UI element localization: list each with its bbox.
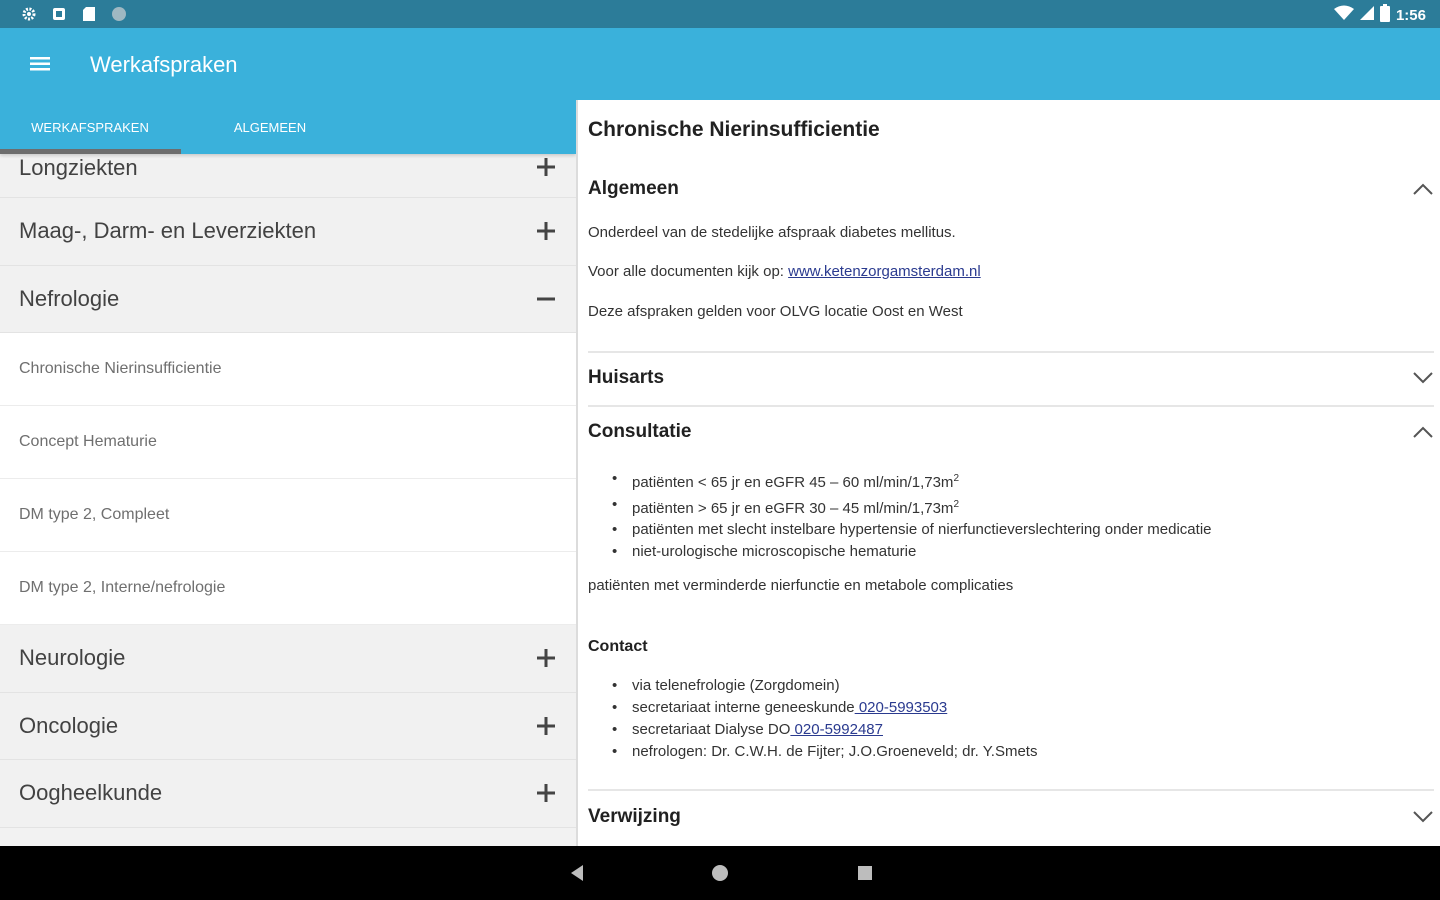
section-header-algemeen[interactable]: Algemeen	[588, 169, 1434, 209]
list-item: patiënten < 65 jr en eGFR 45 – 60 ml/min…	[612, 468, 1212, 494]
tab-label: ALGEMEEN	[233, 119, 307, 135]
tab-algemeen[interactable]: ALGEMEEN	[180, 100, 360, 154]
chevron-down-icon[interactable]	[1412, 810, 1434, 824]
tab-indicator	[0, 149, 181, 154]
contact-list: via telenefrologie (Zorgdomein) secretar…	[612, 675, 1037, 763]
status-right: 1:56	[1333, 4, 1426, 26]
category-label: Oogheelkunde	[19, 780, 163, 806]
consultatie-note: patiënten met verminderde nierfunctie en…	[588, 577, 1014, 594]
chevron-up-icon[interactable]	[1412, 425, 1434, 439]
section-header-verwijzing[interactable]: Verwijzing	[588, 797, 1434, 837]
minus-icon[interactable]	[536, 289, 556, 309]
back-icon[interactable]	[564, 860, 590, 886]
category-label: Neurologie	[19, 645, 126, 671]
tab-bar: WERKAFSPRAKEN ALGEMEEN	[0, 100, 576, 154]
algemeen-text-3: Deze afspraken gelden voor OLVG locatie …	[588, 303, 963, 320]
app-bar: Werkafspraken	[0, 28, 1440, 100]
detail-title: Chronische Nierinsufficientie	[588, 118, 880, 141]
algemeen-text-2: Voor alle documenten kijk op: www.ketenz…	[588, 263, 981, 280]
settings-icon	[20, 5, 38, 23]
list-item: via telenefrologie (Zorgdomein)	[612, 675, 1037, 697]
status-left-icons	[20, 5, 128, 23]
plus-icon[interactable]	[536, 716, 556, 736]
wifi-icon	[1333, 5, 1354, 25]
category-label: Oncologie	[19, 712, 119, 738]
category-pane: WERKAFSPRAKEN ALGEMEEN Longziekten Maag-…	[0, 100, 576, 846]
chevron-down-icon[interactable]	[1412, 371, 1434, 385]
category-oogheelkunde[interactable]: Oogheelkunde	[0, 760, 576, 828]
divider	[588, 405, 1434, 407]
category-oncologie[interactable]: Oncologie	[0, 692, 576, 760]
battery-icon	[1379, 4, 1390, 26]
section-header-consultatie[interactable]: Consultatie	[588, 412, 1434, 452]
algemeen-text-1: Onderdeel van de stedelijke afspraak dia…	[588, 224, 956, 241]
sd-card-icon	[80, 5, 98, 23]
section-title: Consultatie	[588, 421, 692, 442]
hamburger-menu-icon[interactable]	[24, 50, 58, 78]
list-item-label: Chronische Nierinsufficientie	[19, 360, 222, 377]
contact-heading: Contact	[588, 638, 648, 655]
list-item: patiënten > 65 jr en eGFR 30 – 45 ml/min…	[612, 494, 1212, 520]
divider	[588, 351, 1434, 353]
list-item-label: Concept Hematurie	[19, 433, 157, 450]
category-neurologie[interactable]: Neurologie	[0, 625, 576, 693]
circle-icon	[110, 5, 128, 23]
status-bar: 1:56	[0, 0, 1440, 28]
signal-icon	[1359, 5, 1374, 25]
list-item: nefrologen: Dr. C.W.H. de Fijter; J.O.Gr…	[612, 741, 1037, 763]
category-longziekten[interactable]: Longziekten	[0, 154, 576, 198]
list-item-chronische-nierinsufficientie[interactable]: Chronische Nierinsufficientie	[0, 333, 576, 406]
detail-pane[interactable]: Chronische Nierinsufficientie Algemeen O…	[576, 100, 1440, 846]
section-title: Algemeen	[588, 178, 679, 199]
system-nav-bar	[0, 846, 1440, 900]
notification-icon	[50, 5, 68, 23]
list-item: secretariaat Dialyse DO 020-5992487	[612, 719, 1037, 741]
phone-link[interactable]: 020-5993503	[855, 699, 947, 716]
phone-link[interactable]: 020-5992487	[790, 721, 883, 738]
list-item: secretariaat interne geneeskunde 020-599…	[612, 697, 1037, 719]
tab-label: WERKAFSPRAKEN	[31, 119, 149, 135]
recents-icon[interactable]	[852, 860, 878, 886]
plus-icon[interactable]	[536, 648, 556, 668]
clock: 1:56	[1395, 6, 1426, 24]
category-nefrologie[interactable]: Nefrologie	[0, 265, 576, 333]
list-item: patiënten met slecht instelbare hyperten…	[612, 519, 1212, 541]
list-item-label: DM type 2, Compleet	[19, 506, 170, 523]
plus-icon[interactable]	[536, 783, 556, 803]
ketenzorg-link[interactable]: www.ketenzorgamsterdam.nl	[788, 263, 981, 280]
consultatie-criteria-list: patiënten < 65 jr en eGFR 45 – 60 ml/min…	[612, 468, 1212, 562]
list-item: niet-urologische microscopische hematuri…	[612, 541, 1212, 563]
category-label: Longziekten	[19, 155, 138, 180]
home-icon[interactable]	[707, 860, 733, 886]
chevron-up-icon[interactable]	[1412, 182, 1434, 196]
category-label: Nefrologie	[19, 285, 120, 311]
category-maag-darm-leverziekten[interactable]: Maag-, Darm- en Leverziekten	[0, 198, 576, 266]
section-title: Verwijzing	[588, 806, 681, 827]
divider	[588, 789, 1434, 791]
plus-icon[interactable]	[536, 221, 556, 241]
app-title: Werkafspraken	[90, 52, 238, 77]
plus-icon[interactable]	[536, 157, 556, 177]
list-item-label: DM type 2, Interne/nefrologie	[19, 579, 226, 596]
list-item-dm-type-2-interne-nefrologie[interactable]: DM type 2, Interne/nefrologie	[0, 552, 576, 625]
tab-werkafspraken[interactable]: WERKAFSPRAKEN	[0, 100, 180, 154]
list-item-dm-type-2-compleet[interactable]: DM type 2, Compleet	[0, 479, 576, 552]
section-title: Huisarts	[588, 367, 665, 388]
category-list[interactable]: Longziekten Maag-, Darm- en Leverziekten…	[0, 154, 576, 846]
algemeen-text-prefix: Voor alle documenten kijk op:	[588, 263, 789, 280]
category-label: Maag-, Darm- en Leverziekten	[19, 218, 317, 244]
section-header-huisarts[interactable]: Huisarts	[588, 358, 1434, 398]
list-item-concept-hematurie[interactable]: Concept Hematurie	[0, 406, 576, 479]
